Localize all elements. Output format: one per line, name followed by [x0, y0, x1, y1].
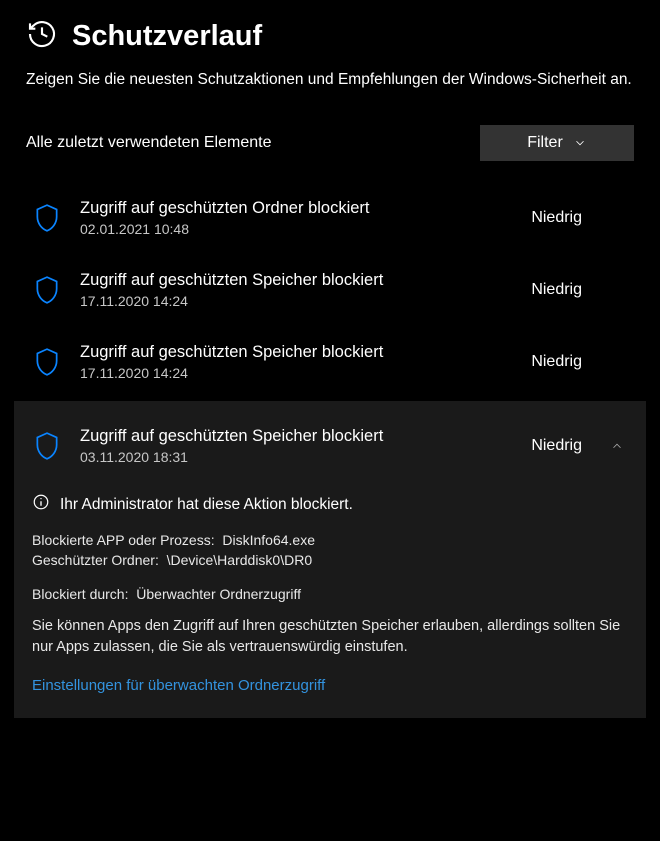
collapse-button[interactable]	[606, 439, 628, 453]
chevron-up-icon	[610, 439, 624, 453]
page-subtitle: Zeigen Sie die neuesten Schutzaktionen u…	[26, 69, 634, 91]
controlled-folder-access-settings-link[interactable]: Einstellungen für überwachten Ordnerzugr…	[32, 677, 628, 694]
blocked-by-row: Blockiert durch: Überwachter Ordnerzugri…	[32, 586, 628, 602]
history-icon	[26, 18, 58, 55]
chevron-down-icon	[573, 136, 587, 150]
shield-icon	[32, 347, 62, 377]
history-item[interactable]: Zugriff auf geschützten Speicher blockie…	[26, 257, 634, 323]
shield-icon	[32, 203, 62, 233]
details-description: Sie können Apps den Zugriff auf Ihren ge…	[32, 616, 628, 658]
recent-items-label: Alle zuletzt verwendeten Elemente	[26, 134, 271, 152]
history-item[interactable]: Zugriff auf geschützten Ordner blockiert…	[26, 185, 634, 251]
admin-blocked-message: Ihr Administrator hat diese Aktion block…	[60, 496, 353, 514]
history-item-severity: Niedrig	[531, 353, 588, 371]
history-item-time: 17.11.2020 14:24	[80, 365, 513, 381]
info-icon	[32, 493, 50, 516]
history-item-title: Zugriff auf geschützten Speicher blockie…	[80, 271, 513, 290]
history-item-severity: Niedrig	[531, 437, 588, 455]
shield-icon	[32, 275, 62, 305]
page-title: Schutzverlauf	[72, 20, 262, 53]
history-item-title: Zugriff auf geschützten Ordner blockiert	[80, 199, 513, 218]
history-item-time: 03.11.2020 18:31	[80, 449, 513, 465]
history-item-time: 02.01.2021 10:48	[80, 221, 513, 237]
filter-button-label: Filter	[527, 134, 563, 152]
history-item-severity: Niedrig	[531, 209, 588, 227]
history-item-time: 17.11.2020 14:24	[80, 293, 513, 309]
history-item[interactable]: Zugriff auf geschützten Speicher blockie…	[26, 413, 634, 479]
history-item-title: Zugriff auf geschützten Speicher blockie…	[80, 427, 513, 446]
history-item-title: Zugriff auf geschützten Speicher blockie…	[80, 343, 513, 362]
history-item-severity: Niedrig	[531, 281, 588, 299]
filter-button[interactable]: Filter	[480, 125, 634, 161]
shield-icon	[32, 431, 62, 461]
history-item-expanded: Zugriff auf geschützten Speicher blockie…	[14, 401, 646, 717]
blocked-app-row: Blockierte APP oder Prozess: DiskInfo64.…	[32, 532, 628, 548]
protected-folder-row: Geschützter Ordner: \Device\Harddisk0\DR…	[32, 552, 628, 568]
history-item[interactable]: Zugriff auf geschützten Speicher blockie…	[26, 329, 634, 395]
